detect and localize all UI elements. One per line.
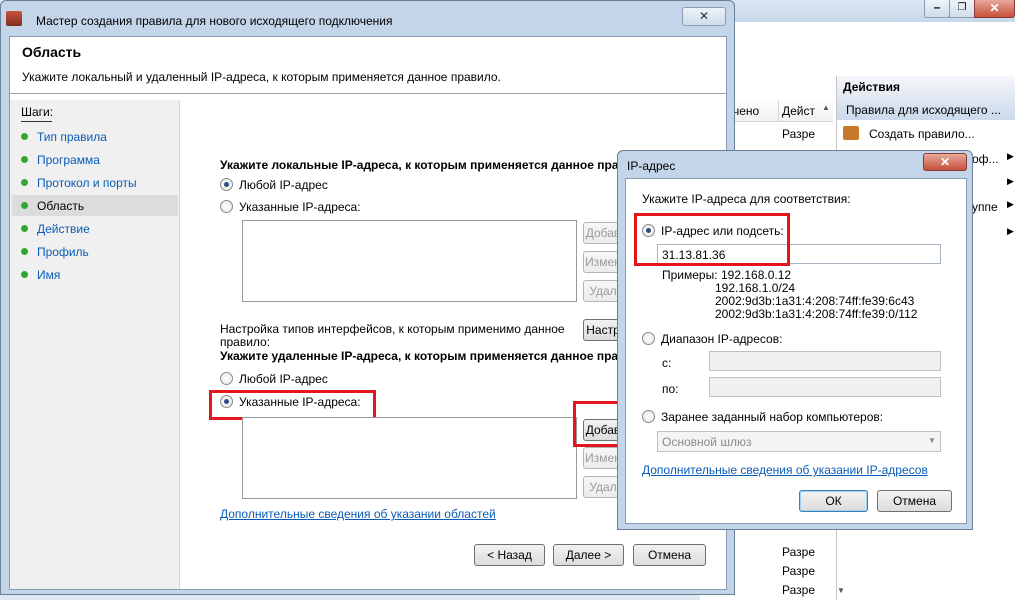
restore-button[interactable]: ❐ [949,0,975,18]
cell-action: Разре [782,583,815,597]
preset-select-value: Основной шлюз [662,435,752,449]
local-specified-ip-radio[interactable] [220,200,233,213]
cancel-button[interactable]: Отмена [633,544,706,566]
local-any-ip-label[interactable]: Любой IP-адрес [239,178,328,192]
step-protocol-ports[interactable]: Протокол и порты [37,176,137,190]
step-program[interactable]: Программа [37,153,100,167]
step-status-icon [21,156,28,163]
ip-dialog-title: IP-адрес [627,159,676,173]
highlight-box [634,213,790,266]
dialog-cancel-button[interactable]: Отмена [877,490,952,512]
step-status-icon [21,179,28,186]
preset-select[interactable]: Основной шлюз ▼ [657,431,941,452]
preset-computers-label[interactable]: Заранее заданный набор компьютеров: [661,410,883,424]
example-value: 2002:9d3b:1a31:4:208:74ff:fe39:6c43 [715,294,915,308]
firewall-icon [6,11,22,26]
ok-button[interactable]: ОК [799,490,868,512]
actions-item-partial[interactable]: оф... [972,152,999,166]
remote-any-ip-radio[interactable] [220,372,233,385]
range-from-label: с: [662,356,672,370]
remote-ip-list[interactable] [242,417,577,499]
ip-range-label[interactable]: Диапазон IP-адресов: [661,332,782,346]
interface-types-text: Настройка типов интерфейсов, к которым п… [220,322,565,336]
chevron-right-icon: ▶ [1007,199,1014,209]
steps-panel [10,100,180,589]
remote-ip-title: Укажите удаленные IP-адреса, к которым п… [220,349,619,363]
step-status-icon [21,225,28,232]
interface-types-text-2: правило: [220,335,271,349]
column-header-enabled[interactable]: чено [733,104,759,118]
local-specified-ip-label[interactable]: Указанные IP-адреса: [239,200,361,214]
examples-label: Примеры: [662,268,718,282]
scroll-down-arrow-icon[interactable]: ▼ [837,586,847,600]
cell-action: Разре [782,545,815,559]
actions-item-partial[interactable]: уппе [972,200,998,214]
step-name[interactable]: Имя [37,268,60,282]
steps-title: Шаги: [21,105,54,119]
next-button[interactable]: Далее > [553,544,624,566]
header-divider [10,93,726,94]
step-status-icon [21,133,28,140]
column-divider [778,100,779,122]
page-heading: Область [22,44,82,60]
step-status-icon [21,202,28,209]
scope-help-link[interactable]: Дополнительные сведения об указании обла… [220,507,496,521]
minimize-button[interactable]: – [924,0,950,18]
chevron-down-icon: ▼ [928,436,936,445]
step-rule-type[interactable]: Тип правила [37,130,107,144]
chevron-right-icon: ▶ [1007,176,1014,186]
local-ip-title: Укажите локальные IP-адреса, к которым п… [220,158,619,172]
create-rule-item[interactable]: Создать правило... [869,127,975,141]
local-ip-list[interactable] [242,220,577,302]
page-subheading: Укажите локальный и удаленный IP-адреса,… [22,70,501,84]
actions-section-title[interactable]: Правила для исходящего ... [846,103,1001,117]
create-rule-icon [843,126,859,140]
steps-title-underline [21,121,52,122]
preset-computers-radio[interactable] [642,410,655,423]
example-value: 192.168.0.12 [721,268,792,282]
range-to-input[interactable] [709,377,941,397]
chevron-right-icon: ▶ [1007,151,1014,161]
local-any-ip-radio[interactable] [220,178,233,191]
step-profile[interactable]: Профиль [37,245,89,259]
ip-help-link[interactable]: Дополнительные сведения об указании IP-а… [642,463,928,477]
back-button[interactable]: < Назад [474,544,545,566]
remote-any-ip-label[interactable]: Любой IP-адрес [239,372,328,386]
highlight-box [209,390,376,420]
close-button[interactable]: ✕ [974,0,1015,18]
step-scope[interactable]: Область [37,199,84,213]
ip-dialog: IP-адрес ✕ Укажите IP-адреса для соответ… [617,150,973,530]
wizard-close-button[interactable]: ✕ [682,7,726,26]
scroll-up-arrow-icon[interactable]: ▲ [822,103,832,117]
step-status-icon [21,248,28,255]
ip-range-radio[interactable] [642,332,655,345]
cell-action: Разре [782,564,815,578]
step-action[interactable]: Действие [37,222,90,236]
ip-dialog-instruction: Укажите IP-адреса для соответствия: [642,192,851,206]
ip-dialog-close-button[interactable]: ✕ [923,153,967,171]
wizard-title: Мастер создания правила для нового исход… [36,14,393,28]
example-value: 192.168.1.0/24 [715,281,796,295]
range-to-label: по: [662,382,679,396]
column-header-action[interactable]: Дейст [782,104,815,118]
chevron-right-icon: ▶ [1007,226,1014,236]
range-from-input[interactable] [709,351,941,371]
actions-title: Действия [843,80,901,94]
example-value: 2002:9d3b:1a31:4:208:74ff:fe39:0/112 [715,307,918,321]
step-status-icon [21,271,28,278]
cell-action: Разре [782,127,815,141]
